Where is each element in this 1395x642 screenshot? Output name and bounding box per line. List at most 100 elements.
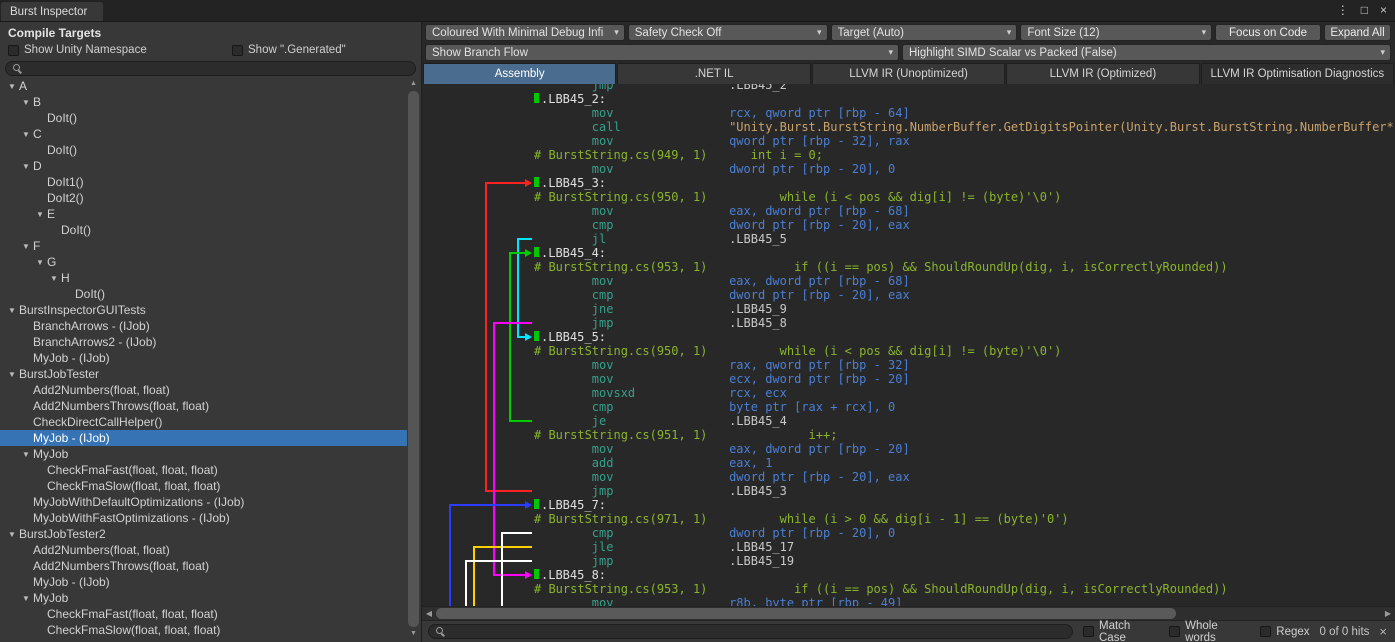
- tree-item-d[interactable]: ▼D: [0, 158, 407, 174]
- code-line: add eax, 1: [422, 456, 1395, 470]
- window-tab-burst-inspector[interactable]: Burst Inspector: [1, 2, 103, 21]
- code-line: # BurstString.cs(953, 1) if ((i == pos) …: [422, 582, 1395, 596]
- code-horizontal-scrollbar[interactable]: ◀ ▶: [422, 606, 1395, 620]
- tree-item-add2numbers-float-float[interactable]: Add2Numbers(float, float): [0, 542, 407, 558]
- tab-assembly[interactable]: Assembly: [423, 63, 616, 84]
- code-line: mov dword ptr [rbp - 20], 0: [422, 162, 1395, 176]
- tree-item-brancharrows2-ijob[interactable]: BranchArrows2 - (IJob): [0, 334, 407, 350]
- scrollbar-track[interactable]: [436, 607, 1381, 621]
- foldout-triangle-icon[interactable]: ▼: [8, 527, 19, 543]
- tree-item-h[interactable]: ▼H: [0, 270, 407, 286]
- checkbox-icon[interactable]: [1169, 626, 1180, 637]
- checkbox-icon[interactable]: [8, 45, 19, 56]
- panel-title: Compile Targets: [0, 22, 421, 41]
- checkbox-icon[interactable]: [232, 45, 243, 56]
- tree-item-doit2[interactable]: DoIt2(): [0, 190, 407, 206]
- foldout-triangle-icon[interactable]: ▼: [22, 591, 33, 607]
- safety-check-dropdown[interactable]: Safety Check Off▾: [628, 24, 828, 41]
- menu-kebab-icon[interactable]: ⋮: [1337, 3, 1349, 17]
- tree-item-myjob-ijob[interactable]: MyJob - (IJob): [0, 350, 407, 366]
- checkbox-icon[interactable]: [1083, 626, 1094, 637]
- tree-item-checkfmafast-float-float-float[interactable]: CheckFmaFast(float, float, float): [0, 606, 407, 622]
- scroll-up-icon[interactable]: ▲: [407, 78, 420, 90]
- foldout-triangle-icon[interactable]: ▼: [36, 255, 47, 271]
- close-icon[interactable]: ×: [1380, 3, 1387, 17]
- tree-item-myjob[interactable]: ▼MyJob: [0, 590, 407, 606]
- tree-item-myjobwithdefaultoptimizations-ijob[interactable]: MyJobWithDefaultOptimizations - (IJob): [0, 494, 407, 510]
- tab-net-il[interactable]: .NET IL: [617, 63, 810, 84]
- foldout-triangle-icon[interactable]: ▼: [50, 271, 61, 287]
- find-close-icon[interactable]: ×: [1379, 624, 1387, 639]
- chevron-down-icon: ▾: [888, 47, 893, 58]
- scroll-left-icon[interactable]: ◀: [422, 609, 436, 618]
- tab-llvm-ir-unoptimized[interactable]: LLVM IR (Unoptimized): [812, 63, 1005, 84]
- code-line: .LBB45_4:: [422, 246, 1395, 260]
- foldout-triangle-icon[interactable]: ▼: [22, 95, 33, 111]
- find-bar: Match Case Whole words Regex 0 of 0 hits…: [422, 620, 1395, 642]
- show-unity-namespace-checkbox[interactable]: Show Unity Namespace: [8, 44, 232, 56]
- tree-item-burstjobtester[interactable]: ▼BurstJobTester: [0, 366, 407, 382]
- tree-item-add2numbers-float-float[interactable]: Add2Numbers(float, float): [0, 382, 407, 398]
- regex-checkbox[interactable]: Regex: [1260, 626, 1309, 638]
- tree-item-checkfmaslow-float-float-float[interactable]: CheckFmaSlow(float, float, float): [0, 622, 407, 638]
- tree-item-b[interactable]: ▼B: [0, 94, 407, 110]
- foldout-triangle-icon[interactable]: ▼: [8, 79, 19, 95]
- search-input[interactable]: [27, 63, 408, 75]
- tree-item-add2numbersthrows-float-float[interactable]: Add2NumbersThrows(float, float): [0, 558, 407, 574]
- focus-on-code-button[interactable]: Focus on Code: [1215, 24, 1321, 41]
- target-dropdown[interactable]: Target (Auto)▾: [831, 24, 1018, 41]
- tree-item-f[interactable]: ▼F: [0, 238, 407, 254]
- simd-highlight-dropdown[interactable]: Highlight SIMD Scalar vs Packed (False)▾: [902, 44, 1391, 61]
- tree-scrollbar[interactable]: ▲ ▼: [407, 78, 420, 640]
- chevron-down-icon: ▾: [817, 27, 822, 38]
- search-box[interactable]: [5, 61, 416, 76]
- find-search-box[interactable]: [428, 624, 1073, 639]
- foldout-triangle-icon[interactable]: ▼: [36, 207, 47, 223]
- branch-flow-dropdown[interactable]: Show Branch Flow▾: [425, 44, 899, 61]
- tree-item-doit[interactable]: DoIt(): [0, 110, 407, 126]
- tree-item-c[interactable]: ▼C: [0, 126, 407, 142]
- scrollbar-thumb[interactable]: [436, 608, 1176, 619]
- foldout-triangle-icon[interactable]: ▼: [22, 127, 33, 143]
- foldout-triangle-icon[interactable]: ▼: [22, 159, 33, 175]
- tree-item-add2numbersthrows-float-float[interactable]: Add2NumbersThrows(float, float): [0, 398, 407, 414]
- tree-item-checkdirectcallhelper[interactable]: CheckDirectCallHelper(): [0, 414, 407, 430]
- tree-item-myjob-ijob[interactable]: MyJob - (IJob): [0, 574, 407, 590]
- tree-item-label: DoIt2(): [47, 191, 84, 205]
- expand-all-button[interactable]: Expand All: [1324, 24, 1391, 41]
- tree-item-brancharrows-ijob[interactable]: BranchArrows - (IJob): [0, 318, 407, 334]
- tree-item-checkfmafast-float-float-float[interactable]: CheckFmaFast(float, float, float): [0, 462, 407, 478]
- foldout-triangle-icon[interactable]: ▼: [8, 303, 19, 319]
- foldout-triangle-icon[interactable]: ▼: [8, 367, 19, 383]
- tree-item-a[interactable]: ▼A: [0, 78, 407, 94]
- match-case-checkbox[interactable]: Match Case: [1083, 620, 1159, 642]
- whole-words-checkbox[interactable]: Whole words: [1169, 620, 1250, 642]
- checkbox-icon[interactable]: [1260, 626, 1271, 637]
- tree-item-burstjobtester2[interactable]: ▼BurstJobTester2: [0, 526, 407, 542]
- tree-item-doit[interactable]: DoIt(): [0, 222, 407, 238]
- scroll-down-icon[interactable]: ▼: [407, 628, 420, 640]
- find-input[interactable]: [450, 626, 1065, 638]
- tab-llvm-ir-optimisation-diagnostics[interactable]: LLVM IR Optimisation Diagnostics: [1201, 63, 1394, 84]
- tab-llvm-ir-optimized[interactable]: LLVM IR (Optimized): [1006, 63, 1199, 84]
- assembly-code-view[interactable]: jmp .LBB45_2.LBB45_2: mov rcx, qword ptr…: [422, 84, 1395, 606]
- debug-info-dropdown[interactable]: Coloured With Minimal Debug Infi▾: [425, 24, 625, 41]
- tree-item-doit1[interactable]: DoIt1(): [0, 174, 407, 190]
- tree-item-doit[interactable]: DoIt(): [0, 142, 407, 158]
- compile-targets-tree: ▼A▼BDoIt()▼CDoIt()▼DDoIt1()DoIt2()▼EDoIt…: [0, 78, 407, 642]
- scrollbar-thumb[interactable]: [408, 91, 419, 627]
- tree-item-g[interactable]: ▼G: [0, 254, 407, 270]
- show-generated-checkbox[interactable]: Show ".Generated": [232, 44, 346, 56]
- tree-item-e[interactable]: ▼E: [0, 206, 407, 222]
- tree-item-myjob-ijob[interactable]: MyJob - (IJob): [0, 430, 407, 446]
- tree-item-checkfmaslow-float-float-float[interactable]: CheckFmaSlow(float, float, float): [0, 478, 407, 494]
- tree-item-myjobwithfastoptimizations-ijob[interactable]: MyJobWithFastOptimizations - (IJob): [0, 510, 407, 526]
- tree-item-burstinspectorguitests[interactable]: ▼BurstInspectorGUITests: [0, 302, 407, 318]
- tree-item-doit[interactable]: DoIt(): [0, 286, 407, 302]
- maximize-icon[interactable]: □: [1361, 3, 1368, 17]
- foldout-triangle-icon[interactable]: ▼: [22, 447, 33, 463]
- foldout-triangle-icon[interactable]: ▼: [22, 239, 33, 255]
- scroll-right-icon[interactable]: ▶: [1381, 609, 1395, 618]
- tree-item-myjob[interactable]: ▼MyJob: [0, 446, 407, 462]
- font-size-dropdown[interactable]: Font Size (12)▾: [1020, 24, 1212, 41]
